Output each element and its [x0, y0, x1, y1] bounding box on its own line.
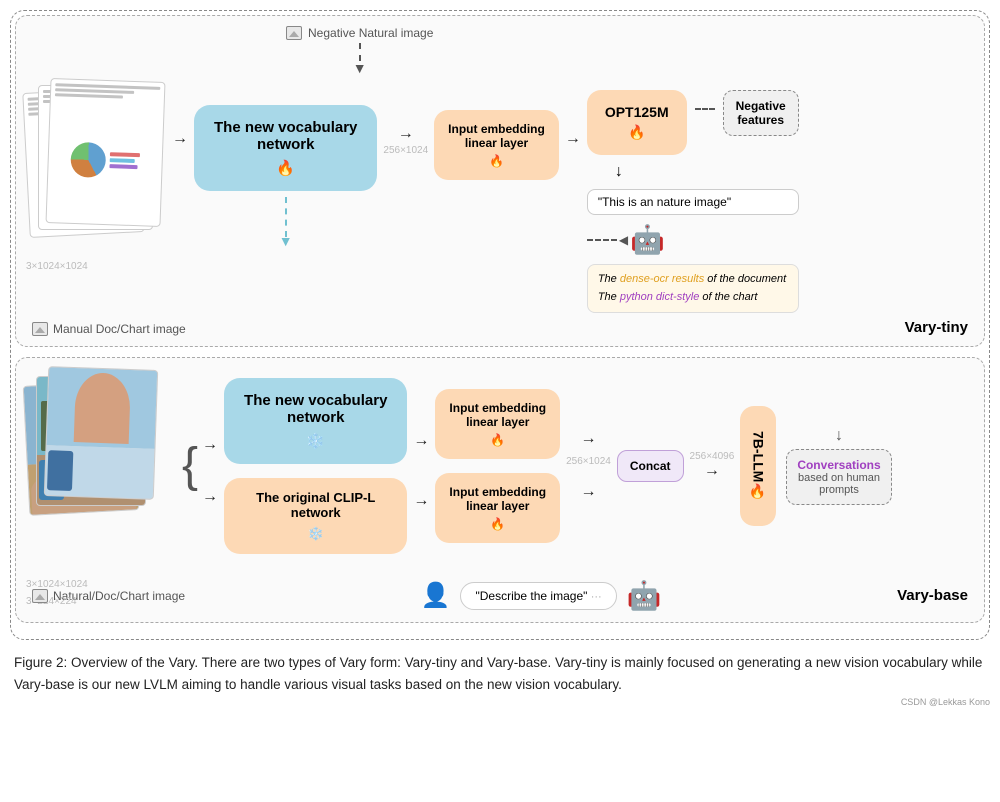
- convo-box: Conversations based on humanprompts: [786, 449, 891, 505]
- neg-feat-connector: [695, 94, 715, 110]
- bottom-embed-col: Input embedding linear layer 🔥 Input emb…: [435, 389, 560, 543]
- embed-linear-top: Input embedding linear layer 🔥: [434, 110, 559, 180]
- fire-icon-embed: 🔥: [489, 154, 504, 168]
- embed-box-bottom2-label: Input embedding linear layer: [449, 485, 546, 513]
- arrow-concat-to-llm: 256×4096 →: [690, 451, 735, 480]
- vocab-network-container: The new vocabulary network 🔥 ▼: [194, 105, 377, 249]
- clip-network-label: The original CLIP-L network: [256, 490, 375, 520]
- dim-label-top: 3×1024×1024: [26, 257, 88, 272]
- vary-base-section: 3×1024×1024 3×224×224 { → → The new voca…: [15, 357, 985, 623]
- arrow-doc-to-vocab: →: [172, 130, 188, 148]
- neg-features-box: Negative features: [723, 90, 799, 136]
- neg-natural-area: Negative Natural image ▼: [286, 26, 433, 76]
- snow-icon-clip: ❄️: [308, 526, 324, 541]
- opt-output-col: OPT125M 🔥 Negative features ↓ "This is a: [587, 90, 799, 313]
- describe-quote: "Describe the image": [475, 589, 587, 603]
- llm-output-area: ↓ Conversations based on humanprompts: [786, 427, 891, 505]
- watermark: CSDN @Lekkas Kono: [10, 697, 990, 707]
- doc-image-stack: 3×1024×1024: [26, 80, 166, 250]
- describe-robot-row: 👤 "Describe the image" ··· 🤖: [195, 579, 887, 612]
- dense-ocr-highlight: dense-ocr results: [620, 273, 704, 285]
- bottom-vocab-label: The new vocabulary network: [244, 392, 387, 426]
- python-dict-highlight: python dict-style: [620, 291, 699, 303]
- robot-icon-bottom: 🤖: [627, 579, 662, 612]
- nature-quote-text: "This is an nature image": [598, 195, 731, 209]
- llm-box: 7B-LLM 🔥: [740, 406, 776, 526]
- dashed-arrow-from-opt: ◀ 🤖: [587, 223, 799, 256]
- fire-icon-embed1: 🔥: [490, 433, 505, 447]
- manual-doc-label-area: Manual Doc/Chart image: [32, 322, 186, 336]
- natural-img-stack: 3×1024×1024 3×224×224: [26, 368, 166, 563]
- dim-concat-arrows: → 256×1024 →: [566, 430, 611, 501]
- vary-base-label: Vary-base: [897, 587, 968, 604]
- manual-doc-icon: [32, 322, 48, 336]
- convo-based-text: based on humanprompts: [797, 472, 880, 496]
- vary-tiny-label: Vary-tiny: [905, 319, 968, 336]
- arrow-to-concat-top: →: [580, 430, 596, 448]
- opt-label: OPT125M: [605, 104, 669, 120]
- bottom-vocab-col: The new vocabulary network ❄️ The origin…: [224, 378, 407, 554]
- watermark-text: CSDN @Lekkas Kono: [901, 697, 990, 707]
- neg-feat-row: OPT125M 🔥 Negative features: [587, 90, 799, 155]
- snow-icon-vocab: ❄️: [306, 433, 325, 450]
- manual-doc-label: Manual Doc/Chart image: [53, 322, 186, 336]
- llm-area: 7B-LLM 🔥: [740, 406, 776, 526]
- fire-icon-llm: 🔥: [750, 483, 766, 500]
- arrows-to-vocabs: → →: [202, 426, 218, 506]
- embed-box-top-label: Input embedding linear layer: [448, 122, 545, 150]
- arrow-opt-down: ↓: [587, 163, 799, 181]
- opt-box: OPT125M 🔥: [587, 90, 687, 155]
- concat-llm-area: Concat 256×4096 → 7B-LLM 🔥 ↓: [617, 406, 892, 526]
- vocab-network-label: The new vocabulary network: [214, 119, 357, 153]
- convo-conversations: Conversations: [797, 458, 880, 472]
- arrows-to-embeds: → →: [413, 422, 429, 510]
- bottom-vocab-box: The new vocabulary network ❄️: [224, 378, 407, 464]
- embed-box-bottom1-label: Input embedding linear layer: [449, 401, 546, 429]
- teal-down-arrow: ▼: [279, 233, 293, 249]
- vocab-network-box: The new vocabulary network 🔥: [194, 105, 377, 191]
- embed-box-bottom2: Input embedding linear layer 🔥: [435, 473, 560, 543]
- dashed-vert-connector: [285, 197, 287, 237]
- fire-icon-opt: 🔥: [628, 124, 645, 140]
- neg-nat-image-label: Negative Natural image: [308, 26, 433, 40]
- nature-quote-box: "This is an nature image": [587, 189, 799, 215]
- neg-features-label: Negative features: [736, 99, 786, 127]
- dashed-line-right: [695, 108, 715, 110]
- concat-box: Concat: [617, 450, 684, 482]
- neg-down-arrow: [359, 43, 361, 61]
- caption-text: Figure 2: Overview of the Vary. There ar…: [14, 655, 982, 692]
- natural-doc-icon: [32, 589, 48, 603]
- dense-ocr-box: The dense-ocr results of the document Th…: [587, 264, 799, 313]
- bottom-main-flow: 3×1024×1024 3×224×224 { → → The new voca…: [26, 368, 974, 563]
- arrow-embed-to-opt: →: [565, 130, 581, 148]
- robot-icon-top: 🤖: [630, 223, 665, 256]
- arrow-vocab-to-embed: → 256×1024: [383, 125, 428, 156]
- vary-tiny-section: Negative Natural image ▼: [15, 15, 985, 347]
- doc-card-front: [46, 78, 166, 227]
- arrow-to-concat-bot: →: [580, 483, 596, 501]
- concat-label: Concat: [630, 459, 671, 473]
- embed-box-bottom1: Input embedding linear layer 🔥: [435, 389, 560, 459]
- fire-icon-vocab: 🔥: [276, 160, 295, 177]
- clip-network-box: The original CLIP-L network ❄️: [224, 478, 407, 554]
- llm-label: 7B-LLM: [750, 431, 766, 482]
- top-main-flow: 3×1024×1024 → The new vocabulary network…: [26, 80, 974, 313]
- neg-nat-image-icon: [286, 26, 302, 40]
- top-footer: Manual Doc/Chart image Vary-tiny: [26, 319, 974, 336]
- nat-card-front: [44, 366, 158, 500]
- fire-icon-embed2: 🔥: [490, 517, 505, 531]
- describe-box: "Describe the image" ···: [460, 582, 616, 610]
- embed-box-top: Input embedding linear layer 🔥: [434, 110, 559, 180]
- person-icon: 👤: [421, 581, 451, 610]
- section-spacer: [15, 347, 985, 357]
- figure-caption: Figure 2: Overview of the Vary. There ar…: [10, 652, 990, 695]
- main-diagram: Negative Natural image ▼: [10, 10, 990, 640]
- bottom-footer: Natural/Doc/Chart image 👤 "Describe the …: [26, 579, 974, 612]
- brace-left: {: [180, 442, 200, 490]
